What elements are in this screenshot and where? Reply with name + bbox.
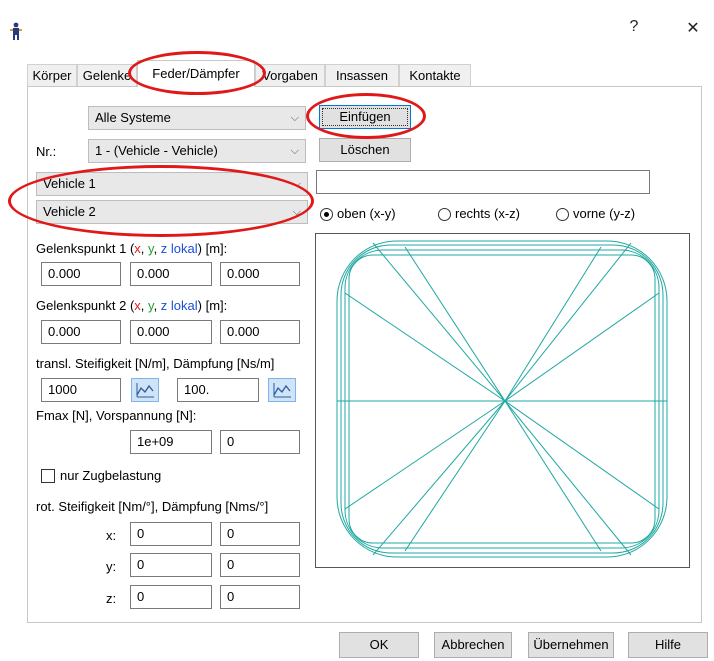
transl-stiffness-field[interactable]: 1000 [41, 378, 121, 402]
help-icon[interactable]: ? [622, 18, 646, 36]
view-label-top: oben (x-y) [337, 206, 396, 221]
rot-z-damping-field[interactable]: 0 [220, 585, 300, 609]
joint1-y-field[interactable]: 0.000 [130, 262, 212, 286]
joint1-label: Gelenkspunkt 1 (x, y, z lokal) [m]: [36, 241, 228, 256]
joint1-x-field[interactable]: 0.000 [41, 262, 121, 286]
view-radio-right[interactable] [438, 208, 451, 221]
chevron-down-icon: ⌵ [292, 178, 301, 190]
app-icon [10, 22, 22, 40]
view-label-front: vorne (y-z) [573, 206, 636, 221]
tab-koerper[interactable]: Körper [27, 64, 77, 86]
joint2-label: Gelenkspunkt 2 (x, y, z lokal) [m]: [36, 298, 228, 313]
damping-graph-button[interactable] [268, 378, 296, 402]
rot-axis-z-label: z: [106, 591, 117, 606]
name-field[interactable] [316, 170, 650, 194]
tension-only-label: nur Zugbelastung [60, 468, 162, 483]
tab-vorgaben[interactable]: Vorgaben [255, 64, 325, 86]
cancel-button[interactable]: Abbrechen [434, 632, 512, 658]
fmax-field[interactable]: 1e+09 [130, 430, 212, 454]
joint2-z-field[interactable]: 0.000 [220, 320, 300, 344]
rot-axis-y-label: y: [106, 559, 117, 574]
transl-label: transl. Steifigkeit [N/m], Dämpfung [Ns/… [36, 356, 275, 371]
graph-icon [273, 383, 291, 398]
close-icon[interactable]: ✕ [681, 18, 705, 38]
rot-axis-x-label: x: [106, 528, 117, 543]
tab-gelenke[interactable]: Gelenke [77, 64, 137, 86]
vehicle1-select[interactable]: Vehicle 1 ⌵ [36, 172, 308, 196]
joint2-y-field[interactable]: 0.000 [130, 320, 212, 344]
rot-z-stiffness-field[interactable]: 0 [130, 585, 212, 609]
graph-icon [136, 383, 154, 398]
view-radio-top[interactable] [320, 208, 333, 221]
insert-button[interactable]: Einfügen [319, 105, 411, 129]
preload-field[interactable]: 0 [220, 430, 300, 454]
tab-insassen[interactable]: Insassen [325, 64, 399, 86]
tab-feder-daempfer[interactable]: Feder/Dämpfer [137, 60, 255, 87]
chevron-down-icon: ⌵ [290, 112, 299, 124]
fmax-label: Fmax [N], Vorspannung [N]: [36, 408, 197, 423]
rot-y-damping-field[interactable]: 0 [220, 553, 300, 577]
view-radio-front[interactable] [556, 208, 569, 221]
vehicle2-select-value: Vehicle 2 [43, 204, 96, 219]
vehicle1-select-value: Vehicle 1 [43, 176, 96, 191]
nr-select[interactable]: 1 - (Vehicle - Vehicle) ⌵ [88, 139, 306, 163]
tension-only-checkbox[interactable] [41, 469, 55, 483]
stiffness-graph-button[interactable] [131, 378, 159, 402]
system-select[interactable]: Alle Systeme ⌵ [88, 106, 306, 130]
nr-select-value: 1 - (Vehicle - Vehicle) [95, 143, 218, 158]
rot-y-stiffness-field[interactable]: 0 [130, 553, 212, 577]
chevron-down-icon: ⌵ [290, 145, 299, 157]
tab-kontakte[interactable]: Kontakte [399, 64, 471, 86]
joint2-x-field[interactable]: 0.000 [41, 320, 121, 344]
help-button[interactable]: Hilfe [628, 632, 708, 658]
system-select-value: Alle Systeme [95, 110, 171, 125]
view-label-right: rechts (x-z) [455, 206, 520, 221]
vehicle2-select[interactable]: Vehicle 2 ⌵ [36, 200, 308, 224]
rot-x-damping-field[interactable]: 0 [220, 522, 300, 546]
rot-x-stiffness-field[interactable]: 0 [130, 522, 212, 546]
nr-label: Nr.: [36, 144, 57, 159]
vehicle-wireframe-view[interactable] [315, 233, 690, 568]
delete-button[interactable]: Löschen [319, 138, 411, 162]
title-bar [0, 0, 714, 58]
chevron-down-icon: ⌵ [292, 206, 301, 218]
joint1-z-field[interactable]: 0.000 [220, 262, 300, 286]
apply-button[interactable]: Übernehmen [528, 632, 614, 658]
transl-damping-field[interactable]: 100. [177, 378, 259, 402]
ok-button[interactable]: OK [339, 632, 419, 658]
rot-label: rot. Steifigkeit [Nm/°], Dämpfung [Nms/°… [36, 499, 269, 514]
